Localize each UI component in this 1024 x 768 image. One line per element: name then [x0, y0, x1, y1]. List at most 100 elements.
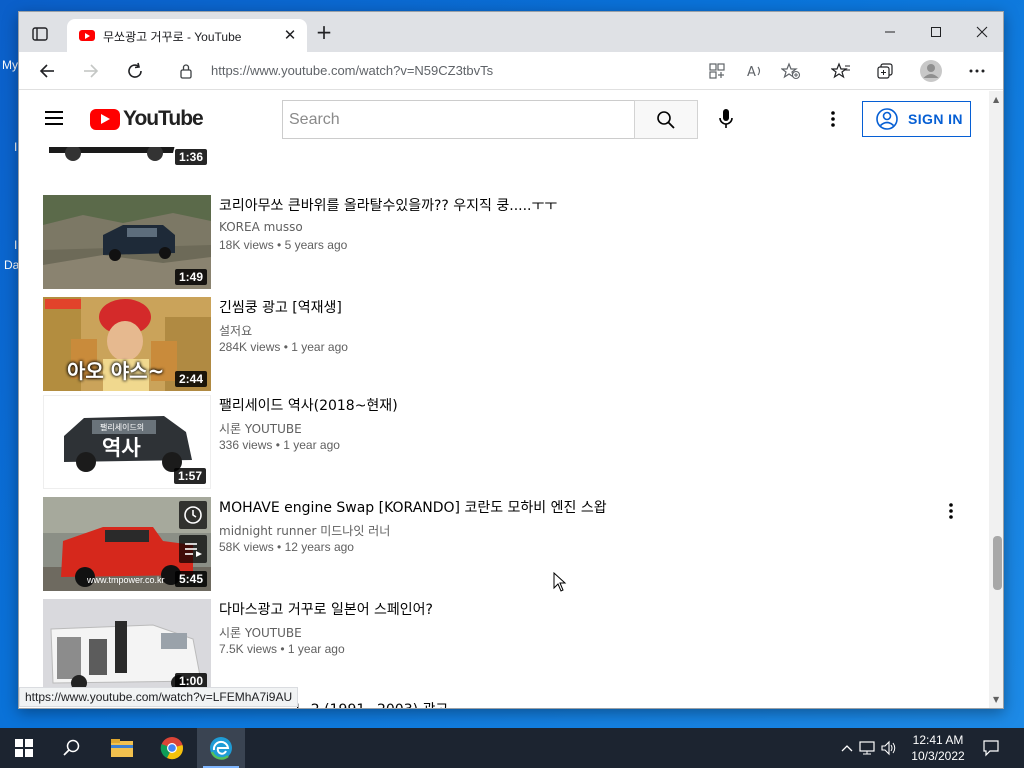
page-scrollbar[interactable]: ▲ ▼: [989, 91, 1003, 708]
address-bar[interactable]: https://www.youtube.com/watch?v=N59CZ3tb…: [167, 57, 831, 85]
video-age: 5 years ago: [284, 238, 348, 252]
clock-time: 12:41 AM: [912, 733, 964, 747]
svg-text:A: A: [747, 65, 756, 80]
browser-window: 무쏘광고 거꾸로 - YouTube ✕ + https://www.youtu…: [18, 11, 1004, 709]
thumbnail-caption: 아오 야스~: [67, 359, 165, 383]
video-item[interactable]: 아오 야스~ 2:44 긴씸쿵 광고 [역재생] 설저요 284K views …: [43, 297, 983, 393]
network-icon[interactable]: [856, 740, 878, 756]
video-item[interactable]: www.tmpower.co.kr 5:45 MOHAVE engine Swa…: [43, 497, 983, 593]
video-meta: 284K views • 1 year ago: [219, 340, 348, 354]
video-thumbnail[interactable]: 아오 야스~ 2:44: [43, 297, 211, 391]
video-title-partial[interactable]: 1, 2 (1991~2003) 광고: [293, 699, 448, 708]
volume-icon[interactable]: [878, 740, 900, 756]
chrome-button[interactable]: [148, 728, 196, 768]
video-title[interactable]: 긴씸쿵 광고 [역재생]: [219, 297, 342, 317]
account-icon: [876, 108, 898, 130]
desktop-icon-label[interactable]: I: [14, 140, 17, 154]
page-viewport: YouTube SIGN IN 1:36: [19, 91, 989, 708]
video-duration: 1:57: [173, 468, 206, 484]
video-channel[interactable]: midnight runner 미드나잇 러너: [219, 522, 390, 539]
desktop-icon-label[interactable]: My: [2, 58, 18, 72]
video-views: 58K views: [219, 540, 274, 554]
video-channel[interactable]: 설저요: [219, 322, 252, 339]
video-title[interactable]: MOHAVE engine Swap [KORANDO] 코란도 모하비 엔진 …: [219, 497, 607, 517]
chevron-up-icon[interactable]: [838, 744, 856, 752]
video-item[interactable]: 팰리세이드의 역사 1:57 팰리세이드 역사(2018~현재) 시론 YOUT…: [43, 395, 983, 491]
favorites-icon[interactable]: [827, 58, 855, 84]
forward-icon[interactable]: [77, 58, 105, 84]
search-button[interactable]: [634, 100, 698, 139]
refresh-icon[interactable]: [121, 58, 149, 84]
active-tab[interactable]: 무쏘광고 거꾸로 - YouTube ✕: [67, 19, 307, 52]
read-aloud-icon[interactable]: A: [741, 58, 769, 84]
notification-center-button[interactable]: [970, 728, 1012, 768]
search-input[interactable]: [283, 101, 635, 138]
minimize-icon[interactable]: [867, 12, 913, 52]
url-text: https://www.youtube.com/watch?v=N59CZ3tb…: [211, 63, 494, 78]
system-tray: [838, 728, 900, 768]
profile-avatar-icon[interactable]: [917, 58, 945, 84]
video-thumbnail[interactable]: www.tmpower.co.kr 5:45: [43, 497, 211, 591]
start-button[interactable]: [0, 728, 48, 768]
lock-icon[interactable]: [179, 63, 193, 83]
tab-title: 무쏘광고 거꾸로 - YouTube: [103, 30, 242, 44]
thumbnail-watermark: www.tmpower.co.kr: [87, 575, 165, 585]
settings-more-icon[interactable]: [963, 58, 991, 84]
close-window-icon[interactable]: [959, 12, 1003, 52]
video-views: 336 views: [219, 438, 273, 452]
video-meta: 7.5K views • 1 year ago: [219, 642, 345, 656]
video-views: 284K views: [219, 340, 281, 354]
search-taskbar-button[interactable]: [48, 728, 96, 768]
video-duration: 2:44: [174, 371, 207, 387]
video-title[interactable]: 코리아무쏘 큰바위를 올라탈수있을까?? 우지직 쿵.....ㅜㅜ: [219, 195, 557, 215]
close-tab-icon[interactable]: ✕: [281, 26, 299, 44]
clock[interactable]: 12:41 AM 10/3/2022: [902, 732, 974, 764]
folder-icon: [111, 739, 133, 757]
scroll-up-icon[interactable]: ▲: [993, 95, 1001, 104]
voice-search-button[interactable]: [708, 101, 744, 137]
scroll-down-icon[interactable]: ▼: [993, 695, 1001, 704]
collections-icon[interactable]: [871, 58, 899, 84]
video-title[interactable]: 팰리세이드 역사(2018~현재): [219, 395, 398, 415]
add-to-queue-icon[interactable]: [179, 535, 207, 563]
tab-actions-icon[interactable]: [31, 25, 49, 43]
video-thumbnail[interactable]: 1:00: [43, 599, 211, 693]
search-icon: [63, 739, 80, 756]
video-thumbnail[interactable]: 팰리세이드의 역사 1:57: [43, 395, 211, 489]
video-item[interactable]: 1:00 다마스광고 거꾸로 일본어 스페인어? 시론 YOUTUBE 7.5K…: [43, 599, 983, 695]
edge-icon: [210, 737, 232, 760]
youtube-favicon-icon: [79, 30, 95, 41]
youtube-logo[interactable]: YouTube: [90, 107, 204, 130]
video-channel[interactable]: 시론 YOUTUBE: [219, 420, 302, 437]
new-tab-icon[interactable]: +: [313, 22, 335, 44]
video-views: 18K views: [219, 238, 274, 252]
video-age: 1 year ago: [291, 340, 348, 354]
video-action-menu-icon[interactable]: [943, 499, 959, 523]
youtube-logo-text: YouTube: [123, 107, 204, 130]
video-thumbnail[interactable]: 1:49: [43, 195, 211, 289]
link-status-bar: https://www.youtube.com/watch?v=LFEMhA7i…: [19, 687, 299, 707]
video-age: 1 year ago: [287, 642, 345, 656]
file-explorer-button[interactable]: [98, 728, 146, 768]
watch-later-icon[interactable]: [179, 501, 207, 529]
scroll-thumb[interactable]: [993, 536, 1002, 590]
video-channel[interactable]: 시론 YOUTUBE: [219, 624, 302, 641]
video-channel[interactable]: KOREA musso: [219, 220, 303, 234]
back-icon[interactable]: [33, 58, 61, 84]
microphone-icon: [719, 109, 733, 128]
desktop-icon-label[interactable]: I: [14, 238, 17, 252]
sign-in-button[interactable]: SIGN IN: [862, 101, 971, 137]
taskbar: 12:41 AM 10/3/2022: [0, 728, 1024, 768]
video-meta: 18K views • 5 years ago: [219, 238, 348, 252]
add-favorite-icon[interactable]: [777, 58, 805, 84]
video-duration: 1:49: [174, 269, 207, 285]
settings-menu-icon[interactable]: [823, 107, 843, 131]
menu-icon[interactable]: [45, 111, 63, 125]
apps-icon[interactable]: [703, 58, 731, 84]
video-item[interactable]: 1:49 코리아무쏘 큰바위를 올라탈수있을까?? 우지직 쿵.....ㅜㅜ K…: [43, 195, 983, 291]
video-title[interactable]: 다마스광고 거꾸로 일본어 스페인어?: [219, 599, 433, 619]
thumbnail-caption-big: 역사: [102, 436, 141, 460]
maximize-icon[interactable]: [913, 12, 959, 52]
search-icon: [657, 110, 675, 129]
edge-button[interactable]: [197, 728, 245, 768]
